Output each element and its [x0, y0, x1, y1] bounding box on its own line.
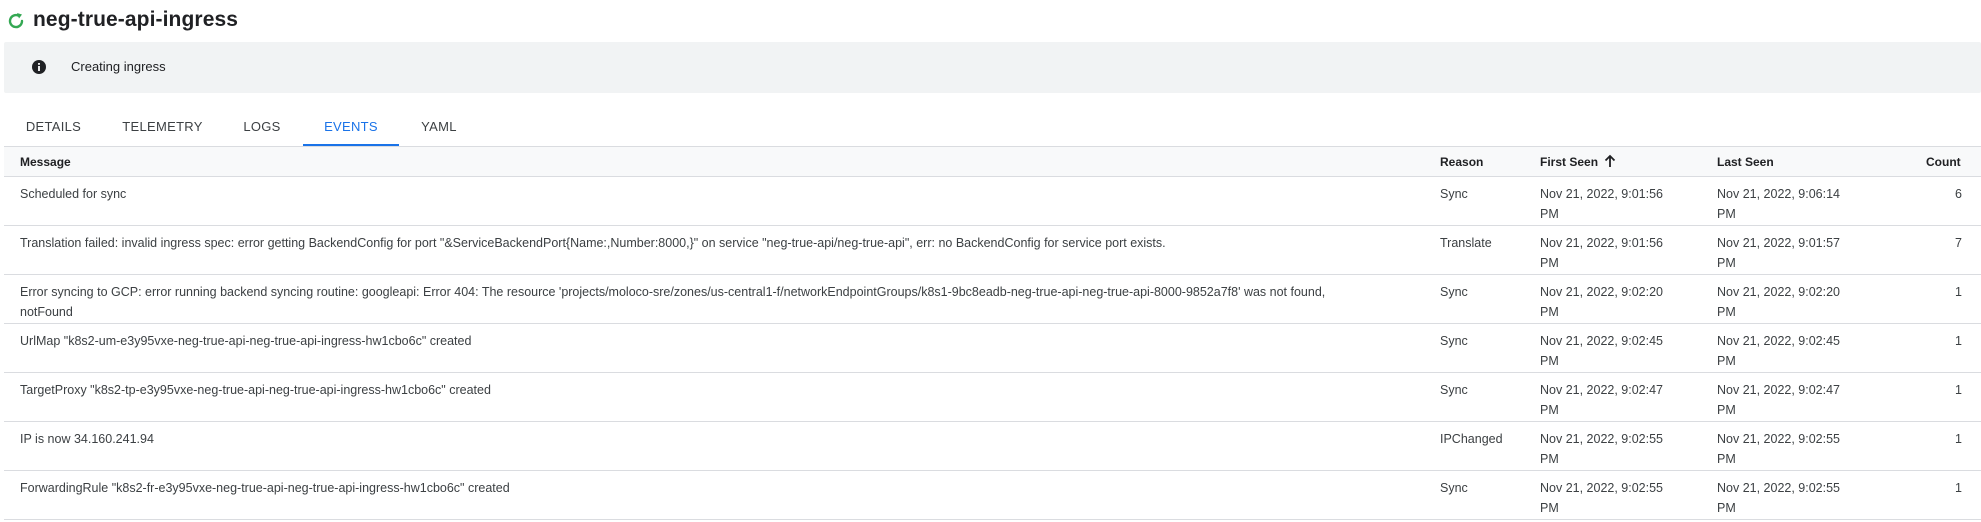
page-title: neg-true-api-ingress: [33, 8, 239, 31]
sort-ascending-icon[interactable]: [1602, 153, 1618, 169]
cell-first-seen: Nov 21, 2022, 9:01:56 PM: [1540, 236, 1664, 270]
cell-reason: Sync: [1440, 285, 1468, 299]
info-icon: [32, 60, 46, 74]
cell-reason: Sync: [1440, 334, 1468, 348]
cell-message: UrlMap "k8s2-um-e3y95vxe-neg-true-api-ne…: [20, 334, 472, 348]
table-row: TargetProxy "k8s2-tp-e3y95vxe-neg-true-a…: [4, 373, 1981, 422]
cell-count: 1: [1955, 481, 1962, 495]
tab-label: DETAILS: [25, 119, 82, 134]
tab-telemetry[interactable]: TELEMETRY: [107, 113, 218, 146]
cell-count: 6: [1955, 187, 1962, 201]
cell-last-seen: Nov 21, 2022, 9:02:45 PM: [1717, 334, 1841, 368]
cell-message: IP is now 34.160.241.94: [20, 432, 154, 446]
table-row: ForwardingRule "k8s2-fr-e3y95vxe-neg-tru…: [4, 471, 1981, 520]
cell-last-seen: Nov 21, 2022, 9:02:55 PM: [1717, 432, 1841, 466]
column-header-last-seen[interactable]: Last Seen: [1717, 155, 1774, 169]
cell-last-seen: Nov 21, 2022, 9:01:57 PM: [1717, 236, 1841, 270]
cell-reason: Sync: [1440, 481, 1468, 495]
cell-count: 1: [1955, 285, 1962, 299]
cell-reason: IPChanged: [1440, 432, 1503, 446]
cell-message: ForwardingRule "k8s2-fr-e3y95vxe-neg-tru…: [20, 481, 510, 495]
cell-message: Scheduled for sync: [20, 187, 127, 201]
cell-last-seen: Nov 21, 2022, 9:02:55 PM: [1717, 481, 1841, 515]
cell-reason: Sync: [1440, 187, 1468, 201]
column-header-count[interactable]: Count: [1926, 155, 1961, 169]
cell-first-seen: Nov 21, 2022, 9:02:47 PM: [1540, 383, 1664, 417]
column-header-message[interactable]: Message: [20, 155, 71, 169]
cell-message: Translation failed: invalid ingress spec…: [20, 236, 1166, 250]
cell-reason: Translate: [1440, 236, 1492, 250]
cell-last-seen: Nov 21, 2022, 9:02:20 PM: [1717, 285, 1841, 319]
table-row: IP is now 34.160.241.94 IPChanged Nov 21…: [4, 422, 1981, 471]
column-header-reason[interactable]: Reason: [1440, 155, 1483, 169]
banner-text: Creating ingress: [71, 59, 166, 74]
cell-first-seen: Nov 21, 2022, 9:02:20 PM: [1540, 285, 1664, 319]
cell-last-seen: Nov 21, 2022, 9:06:14 PM: [1717, 187, 1841, 221]
cell-first-seen: Nov 21, 2022, 9:02:55 PM: [1540, 432, 1664, 466]
page-header: neg-true-api-ingress: [0, 0, 1981, 42]
table-header: Message Reason First Seen Last Seen Coun…: [4, 146, 1981, 177]
table-row: Error syncing to GCP: error running back…: [4, 275, 1981, 324]
tab-label: TELEMETRY: [122, 119, 203, 134]
cell-first-seen: Nov 21, 2022, 9:02:45 PM: [1540, 334, 1664, 368]
tab-yaml[interactable]: YAML: [403, 113, 475, 146]
cell-first-seen: Nov 21, 2022, 9:01:56 PM: [1540, 187, 1664, 221]
table-row: Scheduled for sync Sync Nov 21, 2022, 9:…: [4, 177, 1981, 226]
table-row: Translation failed: invalid ingress spec…: [4, 226, 1981, 275]
column-header-first-seen[interactable]: First Seen: [1540, 155, 1598, 169]
cell-message: TargetProxy "k8s2-tp-e3y95vxe-neg-true-a…: [20, 383, 491, 397]
tab-events[interactable]: EVENTS: [303, 113, 399, 146]
cell-count: 1: [1955, 334, 1962, 348]
cell-count: 1: [1955, 432, 1962, 446]
cell-count: 7: [1955, 236, 1962, 250]
tab-details[interactable]: DETAILS: [6, 113, 101, 146]
tab-label: YAML: [421, 119, 457, 134]
tab-logs[interactable]: LOGS: [224, 113, 300, 146]
status-banner: Creating ingress: [4, 42, 1981, 93]
tab-label: LOGS: [243, 119, 281, 134]
cell-reason: Sync: [1440, 383, 1468, 397]
tab-bar: DETAILS TELEMETRY LOGS EVENTS YAML: [0, 113, 1981, 146]
cell-message: Error syncing to GCP: error running back…: [20, 285, 1326, 319]
tab-label: EVENTS: [324, 119, 378, 134]
refresh-icon: [8, 13, 24, 29]
cell-first-seen: Nov 21, 2022, 9:02:55 PM: [1540, 481, 1664, 515]
events-table: Message Reason First Seen Last Seen Coun…: [4, 146, 1981, 520]
table-row: UrlMap "k8s2-um-e3y95vxe-neg-true-api-ne…: [4, 324, 1981, 373]
cell-last-seen: Nov 21, 2022, 9:02:47 PM: [1717, 383, 1841, 417]
cell-count: 1: [1955, 383, 1962, 397]
